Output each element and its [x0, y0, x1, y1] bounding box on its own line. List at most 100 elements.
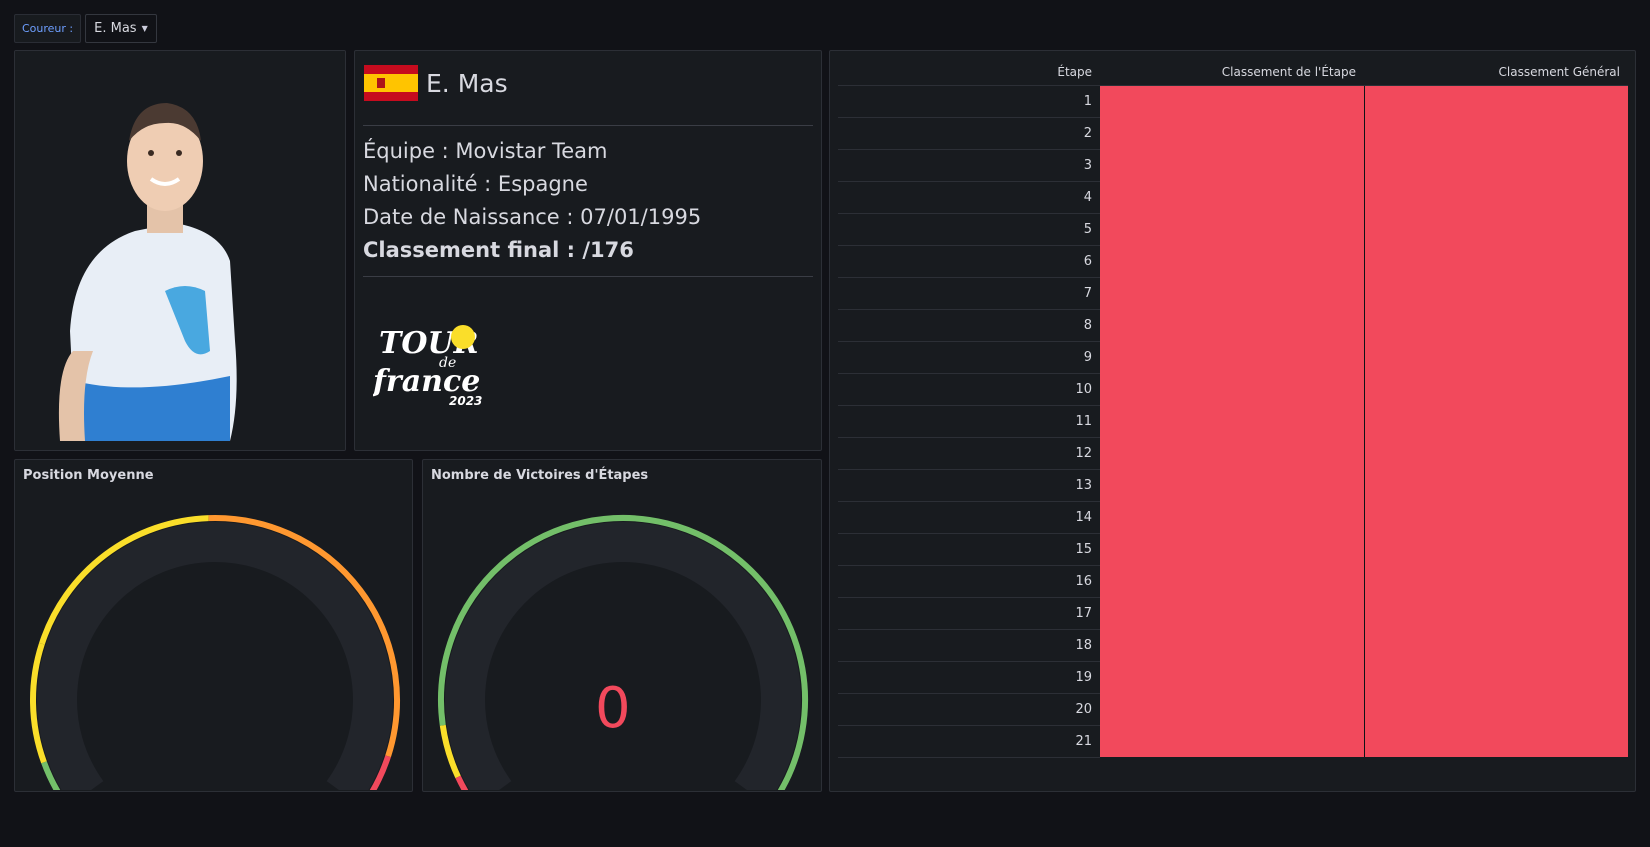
table-row: 3: [838, 149, 1628, 182]
stage-rank-cell: [1100, 661, 1365, 693]
column-header-stage-rank[interactable]: Classement de l'Étape: [1100, 59, 1364, 86]
table-row: 4: [838, 181, 1628, 214]
table-row: 10: [838, 373, 1628, 406]
table-row: 18: [838, 629, 1628, 662]
table-row: 17: [838, 597, 1628, 630]
table-row: 20: [838, 693, 1628, 726]
rider-select[interactable]: E. Mas ▼: [85, 14, 157, 43]
table-row: 1: [838, 85, 1628, 118]
table-row: 12: [838, 437, 1628, 470]
stage-number-cell: 9: [838, 341, 1100, 374]
stage-number-cell: 12: [838, 437, 1100, 470]
panel-title: Nombre de Victoires d'Étapes: [431, 468, 649, 483]
stage-number-cell: 6: [838, 245, 1100, 278]
table-row: 2: [838, 117, 1628, 150]
stage-rank-cell: [1100, 149, 1365, 181]
stage-wins-value: 0: [595, 676, 631, 741]
table-row: 15: [838, 533, 1628, 566]
stage-rank-cell: [1100, 181, 1365, 213]
general-rank-cell: [1364, 245, 1628, 277]
spain-flag-icon: [364, 65, 418, 101]
gauge-track: [445, 522, 801, 790]
rider-photo: [15, 51, 345, 450]
table-row: 11: [838, 405, 1628, 438]
general-rank-cell: [1364, 277, 1628, 309]
rider-header: E. Mas: [364, 65, 508, 101]
general-rank-cell: [1364, 501, 1628, 533]
general-rank-cell: [1364, 181, 1628, 213]
stage-number-cell: 19: [838, 661, 1100, 694]
table-row: 9: [838, 341, 1628, 374]
general-rank-cell: [1364, 341, 1628, 373]
table-row: 6: [838, 245, 1628, 278]
stage-rank-cell: [1100, 629, 1365, 661]
stage-rank-cell: [1100, 533, 1365, 565]
general-rank-cell: [1364, 437, 1628, 469]
stage-ranking-table-panel: Étape Classement de l'Étape Classement G…: [829, 50, 1636, 792]
general-rank-cell: [1364, 149, 1628, 181]
general-rank-cell: [1364, 117, 1628, 149]
gauge-track: [37, 522, 393, 790]
table-row: 5: [838, 213, 1628, 246]
stage-rank-cell: [1100, 405, 1365, 437]
chevron-down-icon: ▼: [141, 24, 148, 33]
general-rank-cell: [1364, 725, 1628, 757]
general-rank-cell: [1364, 629, 1628, 661]
variable-bar: Coureur : E. Mas ▼: [14, 14, 157, 43]
table-header-row: Étape Classement de l'Étape Classement G…: [838, 59, 1628, 86]
general-rank-cell: [1364, 597, 1628, 629]
table-row: 21: [838, 725, 1628, 758]
column-header-general-rank[interactable]: Classement Général: [1364, 59, 1628, 86]
general-rank-cell: [1364, 373, 1628, 405]
stage-rank-cell: [1100, 725, 1365, 757]
general-rank-cell: [1364, 405, 1628, 437]
stage-number-cell: 17: [838, 597, 1100, 630]
general-rank-cell: [1364, 213, 1628, 245]
stage-number-cell: 13: [838, 469, 1100, 502]
panel-title: Position Moyenne: [23, 468, 154, 483]
stage-rank-cell: [1100, 309, 1365, 341]
stage-rank-cell: [1100, 565, 1365, 597]
general-rank-cell: [1364, 469, 1628, 501]
stage-rank-cell: [1100, 85, 1365, 117]
team-line: Équipe : Movistar Team: [363, 139, 608, 163]
stage-number-cell: 18: [838, 629, 1100, 662]
table-row: 19: [838, 661, 1628, 694]
stage-rank-cell: [1100, 373, 1365, 405]
general-rank-cell: [1364, 309, 1628, 341]
stage-number-cell: 20: [838, 693, 1100, 726]
stage-number-cell: 21: [838, 725, 1100, 758]
general-rank-cell: [1364, 661, 1628, 693]
stage-rank-cell: [1100, 597, 1365, 629]
general-rank-cell: [1364, 85, 1628, 117]
stage-number-cell: 5: [838, 213, 1100, 246]
avg-position-gauge: [30, 515, 400, 790]
final-rank-line: Classement final : /176: [363, 238, 634, 262]
stage-rank-cell: [1100, 469, 1365, 501]
stage-number-cell: 11: [838, 405, 1100, 438]
avg-position-panel: Position Moyenne: [14, 459, 413, 792]
logo-year: 2023: [449, 394, 482, 408]
stage-number-cell: 4: [838, 181, 1100, 214]
variable-label: Coureur :: [14, 14, 82, 43]
stage-rank-cell: [1100, 501, 1365, 533]
stage-rank-cell: [1100, 245, 1365, 277]
rider-photo-panel: [14, 50, 346, 451]
stage-number-cell: 3: [838, 149, 1100, 182]
table-row: 16: [838, 565, 1628, 598]
stage-rank-cell: [1100, 117, 1365, 149]
stage-wins-panel: Nombre de Victoires d'Étapes 0: [422, 459, 822, 792]
column-header-stage[interactable]: Étape: [838, 59, 1100, 86]
birth-date-line: Date de Naissance : 07/01/1995: [363, 205, 702, 229]
stage-number-cell: 15: [838, 533, 1100, 566]
divider: [363, 125, 813, 126]
stage-number-cell: 7: [838, 277, 1100, 310]
stage-number-cell: 8: [838, 309, 1100, 342]
stage-number-cell: 10: [838, 373, 1100, 406]
general-rank-cell: [1364, 565, 1628, 597]
stage-number-cell: 1: [838, 85, 1100, 118]
table-row: 7: [838, 277, 1628, 310]
table-row: 13: [838, 469, 1628, 502]
stage-number-cell: 2: [838, 117, 1100, 150]
stage-rank-cell: [1100, 437, 1365, 469]
